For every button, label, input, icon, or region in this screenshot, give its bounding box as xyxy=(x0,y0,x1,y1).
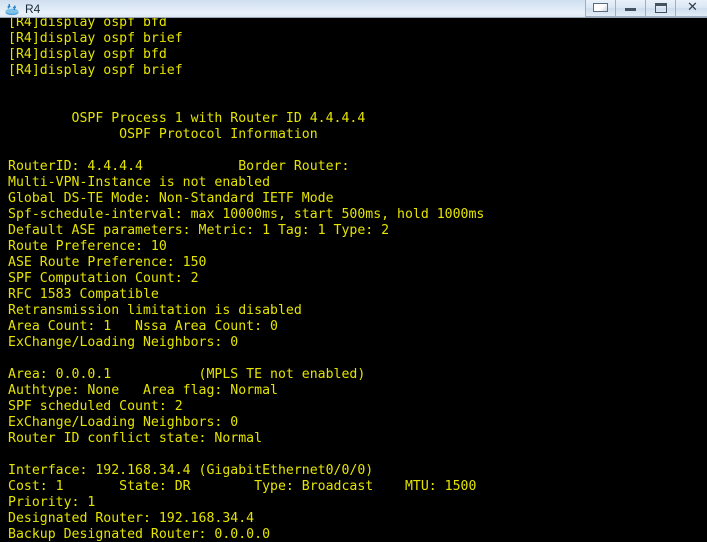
terminal-lines: [R4]display ospf bfd [R4]display ospf bri… xyxy=(8,18,707,542)
maximize-icon xyxy=(654,2,667,13)
terminal-line: ExChange/Loading Neighbors: 0 xyxy=(8,415,239,430)
terminal-line: [R4]display ospf brief xyxy=(8,31,183,46)
terminal-line: Spf-schedule-interval: max 10000ms, star… xyxy=(8,207,485,222)
terminal-line: Router ID conflict state: Normal xyxy=(8,431,263,446)
terminal-line: Backup Designated Router: 0.0.0.0 xyxy=(8,527,271,542)
terminal-line: Priority: 1 xyxy=(8,495,96,510)
terminal-output-area[interactable]: [R4]display ospf bfd [R4]display ospf bri… xyxy=(0,18,707,542)
minimize-icon xyxy=(625,8,636,11)
terminal-line: Interface: 192.168.34.4 (GigabitEthernet… xyxy=(8,463,374,478)
terminal-line: SPF Computation Count: 2 xyxy=(8,271,199,286)
terminal-line: OSPF Process 1 with Router ID 4.4.4.4 xyxy=(8,111,366,126)
terminal-line: Area: 0.0.0.1 (MPLS TE not enabled) xyxy=(8,367,366,382)
window-title: R4 xyxy=(25,1,41,16)
terminal-line: ASE Route Preference: 150 xyxy=(8,255,207,270)
terminal-line: RouterID: 4.4.4.4 Border Router: xyxy=(8,159,350,174)
window-controls: ✕ xyxy=(585,0,707,17)
terminal-line: Multi-VPN-Instance is not enabled xyxy=(8,175,271,190)
terminal-line: SPF scheduled Count: 2 xyxy=(8,399,183,414)
restore-icon xyxy=(593,3,608,12)
terminal-line: RFC 1583 Compatible xyxy=(8,287,159,302)
restore-button[interactable] xyxy=(585,0,615,17)
terminal-line: Global DS-TE Mode: Non-Standard IETF Mod… xyxy=(8,191,334,206)
terminal-line: OSPF Protocol Information xyxy=(8,127,318,142)
minimize-button[interactable] xyxy=(615,0,645,17)
terminal-line: Cost: 1 State: DR Type: Broadcast MTU: 1… xyxy=(8,479,477,494)
terminal-line: [R4]display ospf bfd xyxy=(8,47,167,62)
terminal-line: [R4]display ospf brief xyxy=(8,63,183,78)
window-titlebar[interactable]: R4 ✕ xyxy=(0,0,707,18)
terminal-line: Retransmission limitation is disabled xyxy=(8,303,302,318)
terminal-line: ExChange/Loading Neighbors: 0 xyxy=(8,335,239,350)
maximize-button[interactable] xyxy=(645,0,675,17)
close-icon: ✕ xyxy=(687,0,698,15)
terminal-line: Route Preference: 10 xyxy=(8,239,167,254)
terminal-line: Authtype: None Area flag: Normal xyxy=(8,383,278,398)
terminal-window: R4 ✕ [R4]display ospf bfd [R4]display osp… xyxy=(0,0,707,542)
terminal-line: [R4]display ospf bfd xyxy=(8,18,167,30)
router-icon xyxy=(4,2,20,18)
terminal-line: Default ASE parameters: Metric: 1 Tag: 1… xyxy=(8,223,390,238)
terminal-line: Area Count: 1 Nssa Area Count: 0 xyxy=(8,319,278,334)
terminal-line: Designated Router: 192.168.34.4 xyxy=(8,511,255,526)
close-button[interactable]: ✕ xyxy=(675,0,707,17)
